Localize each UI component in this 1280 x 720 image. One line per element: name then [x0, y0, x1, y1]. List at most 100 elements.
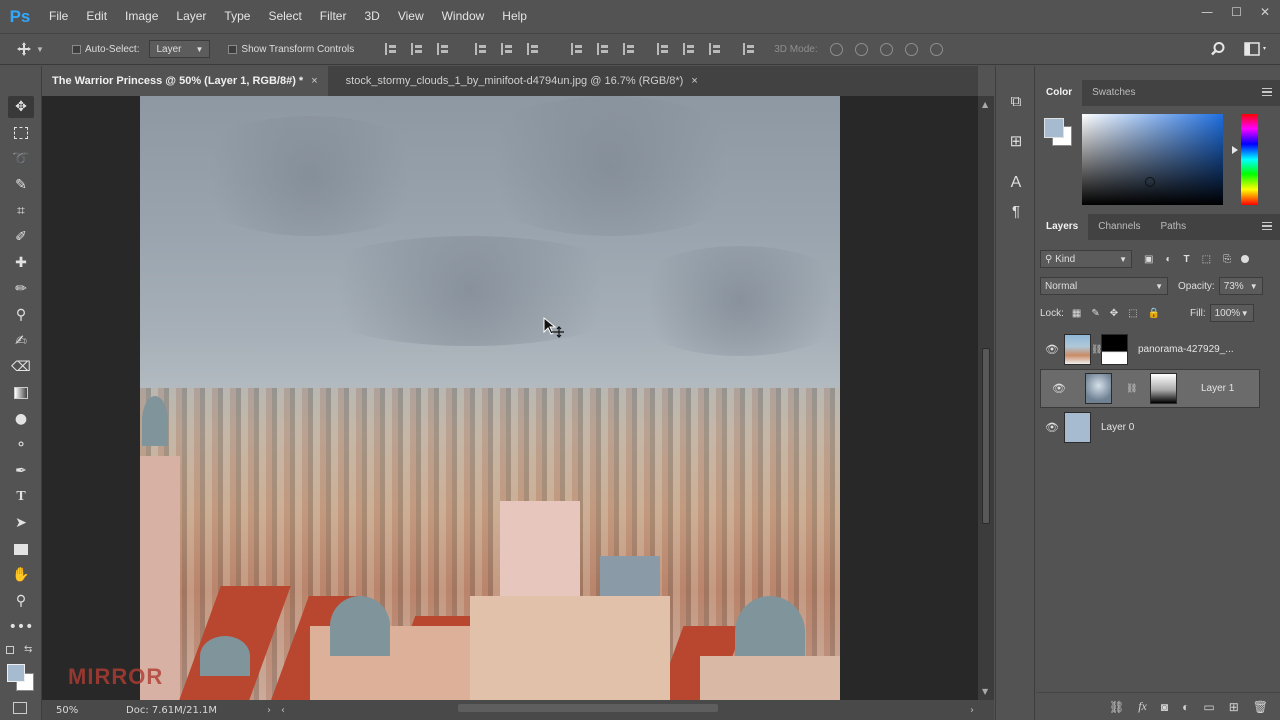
layer-row-panorama[interactable]: 👁 ⛓ panorama-427929_... [1040, 330, 1260, 369]
close-tab-icon[interactable]: × [311, 75, 317, 87]
menu-select[interactable]: Select [259, 0, 310, 33]
blur-tool-icon[interactable]: ● [8, 408, 34, 430]
tab-color[interactable]: Color [1036, 80, 1083, 106]
color-picker-field[interactable] [1082, 114, 1223, 205]
layer-style-fx-icon[interactable]: fx [1138, 699, 1147, 714]
menu-file[interactable]: File [40, 0, 77, 33]
lock-position-icon[interactable]: ✥ [1110, 308, 1118, 319]
lock-image-icon[interactable]: ✎ [1091, 308, 1099, 319]
foreground-color-swatch[interactable] [7, 664, 25, 682]
horizontal-scroll-thumb[interactable] [458, 704, 718, 712]
eyedropper-tool-icon[interactable]: ✐ [8, 226, 34, 248]
eraser-tool-icon[interactable]: ⌫ [8, 356, 34, 378]
3d-roll-icon[interactable] [854, 42, 868, 56]
menu-help[interactable]: Help [493, 0, 536, 33]
scroll-down-icon[interactable]: ▼ [982, 687, 988, 696]
chevron-down-icon[interactable]: ▼ [1241, 309, 1249, 318]
auto-align-icon[interactable] [743, 43, 755, 55]
hue-slider[interactable] [1241, 114, 1258, 205]
align-right-icon[interactable] [527, 43, 539, 55]
eye-icon[interactable]: 👁 [1047, 382, 1071, 395]
filter-shape-icon[interactable]: ⬚ [1202, 254, 1211, 265]
distribute-vcenter-icon[interactable] [597, 43, 609, 55]
more-tools-icon[interactable]: ••• [8, 616, 34, 638]
link-icon[interactable]: ⛓ [1126, 383, 1137, 394]
layer-row-layer-1[interactable]: 👁 ⛓ Layer 1 [1040, 369, 1260, 408]
3d-rotate-icon[interactable] [829, 42, 843, 56]
chevron-down-icon[interactable]: ▼ [1250, 282, 1258, 291]
hand-tool-icon[interactable]: ✋ [8, 564, 34, 586]
hue-slider-arrow[interactable] [1232, 146, 1238, 154]
filter-adjustment-icon[interactable]: ◐ [1165, 254, 1171, 265]
eye-icon[interactable]: 👁 [1040, 421, 1064, 434]
zoom-level[interactable]: 50% [56, 705, 126, 716]
canvas-area[interactable] [42, 96, 978, 700]
tab-warrior-princess[interactable]: The Warrior Princess @ 50% (Layer 1, RGB… [42, 66, 328, 96]
distribute-bottom-icon[interactable] [623, 43, 635, 55]
3d-pan-icon[interactable] [879, 42, 893, 56]
close-window-button[interactable]: ✕ [1260, 5, 1270, 19]
healing-brush-tool-icon[interactable]: ✚ [8, 252, 34, 274]
new-layer-icon[interactable]: ⊞ [1229, 700, 1239, 714]
menu-edit[interactable]: Edit [77, 0, 116, 33]
layer-mask-thumbnail[interactable] [1101, 334, 1128, 365]
quick-mask-icon[interactable] [13, 702, 27, 714]
marquee-tool-icon[interactable] [8, 122, 34, 144]
vertical-scrollbar[interactable]: ▲ ▼ [978, 96, 994, 700]
search-icon[interactable] [1210, 41, 1226, 57]
pen-tool-icon[interactable]: ✒ [8, 460, 34, 482]
filter-toggle-icon[interactable] [1241, 255, 1250, 263]
auto-select-dropdown[interactable]: Layer ▼ [149, 40, 211, 58]
layers-panel-menu-icon[interactable] [1262, 222, 1272, 230]
lock-transparent-icon[interactable]: ▦ [1072, 308, 1081, 319]
scroll-left-icon[interactable]: ‹ [281, 705, 285, 716]
menu-window[interactable]: Window [433, 0, 494, 33]
menu-image[interactable]: Image [116, 0, 167, 33]
filter-pixel-icon[interactable]: ▣ [1144, 254, 1153, 265]
scroll-right-icon[interactable]: › [970, 705, 974, 716]
distribute-hcenter-icon[interactable] [683, 43, 695, 55]
3d-slide-icon[interactable] [904, 42, 918, 56]
tab-layers[interactable]: Layers [1036, 214, 1089, 240]
color-panel-menu-icon[interactable] [1262, 88, 1272, 96]
gradient-tool-icon[interactable] [8, 382, 34, 404]
scroll-up-icon[interactable]: ▲ [982, 100, 988, 109]
lock-artboard-icon[interactable]: ⬚ [1128, 308, 1137, 319]
menu-view[interactable]: View [389, 0, 433, 33]
minimize-button[interactable]: — [1201, 5, 1213, 19]
distribute-right-icon[interactable] [709, 43, 721, 55]
lock-all-icon[interactable]: 🔒 [1148, 308, 1160, 319]
eye-icon[interactable]: 👁 [1040, 343, 1064, 356]
default-colors-icon[interactable] [6, 646, 14, 654]
tab-paths[interactable]: Paths [1151, 214, 1197, 240]
align-bottom-icon[interactable] [437, 43, 449, 55]
close-tab-icon[interactable]: × [691, 75, 697, 87]
layer-mask-thumbnail[interactable] [1150, 373, 1177, 404]
swap-colors-icon[interactable]: ⇆ [24, 644, 32, 655]
crop-tool-icon[interactable]: ⌗ [8, 200, 34, 222]
add-mask-icon[interactable]: ◙ [1161, 700, 1168, 714]
vertical-scroll-thumb[interactable] [982, 348, 990, 524]
layer-filter-kind-dropdown[interactable]: ⚲ Kind ▼ [1040, 250, 1132, 268]
new-group-icon[interactable]: ▭ [1203, 700, 1214, 714]
menu-layer[interactable]: Layer [167, 0, 215, 33]
align-left-icon[interactable] [475, 43, 487, 55]
quick-selection-tool-icon[interactable]: ✎ [8, 174, 34, 196]
workspace-icon[interactable] [1244, 42, 1268, 56]
status-arrow-icon[interactable]: › [267, 705, 271, 716]
opacity-input[interactable]: 73% ▼ [1218, 277, 1263, 295]
properties-panel-icon[interactable]: ⊞ [1004, 130, 1028, 152]
show-transform-checkbox[interactable]: Show Transform Controls [228, 44, 354, 55]
color-picker-cursor[interactable] [1145, 177, 1155, 187]
clone-stamp-tool-icon[interactable]: ⚲ [8, 304, 34, 326]
dodge-tool-icon[interactable]: ⚬ [8, 434, 34, 456]
document-canvas[interactable] [140, 96, 840, 700]
brush-tool-icon[interactable]: ✏ [8, 278, 34, 300]
path-selection-tool-icon[interactable]: ➤ [8, 512, 34, 534]
move-tool-icon[interactable]: ✥ [8, 96, 34, 118]
blend-mode-dropdown[interactable]: Normal ▼ [1040, 277, 1168, 295]
history-panel-icon[interactable]: ⧉ [1004, 90, 1028, 112]
menu-filter[interactable]: Filter [311, 0, 356, 33]
type-tool-icon[interactable]: T [8, 486, 34, 508]
tab-swatches[interactable]: Swatches [1082, 80, 1145, 106]
